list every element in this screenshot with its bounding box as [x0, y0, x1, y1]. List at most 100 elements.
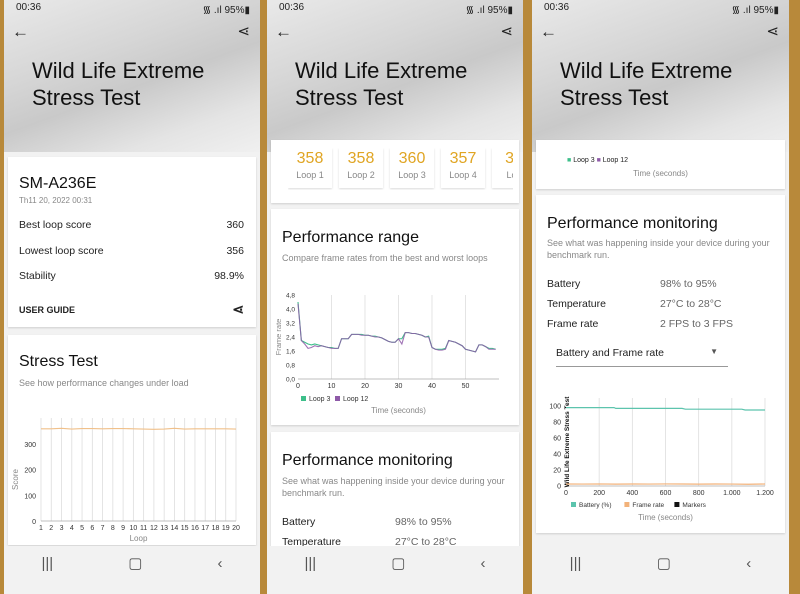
share-icon[interactable]: ⋖ [232, 301, 244, 318]
x-tick-label: 6 [90, 525, 94, 532]
legend-swatch [301, 396, 306, 401]
home-icon[interactable]: ▢ [391, 554, 405, 572]
user-guide-row: USER GUIDE ⋖ [19, 301, 244, 318]
x-tick-label: 12 [150, 525, 158, 532]
x-tick-label: 1.000 [723, 490, 741, 497]
home-icon[interactable]: ▢ [128, 554, 142, 572]
x-tick-label: 10 [328, 383, 336, 390]
share-icon[interactable]: ⋖ [766, 22, 779, 40]
battery-frame-rate-chart: 0 200 400 600 800 1.000 1.200 0 20 40 60 80 100 Wild … [549, 396, 774, 522]
x-tick-label: 7 [101, 525, 105, 532]
legend-label: Loop 3 [309, 396, 331, 403]
x-axis-label: Time (seconds) [638, 513, 693, 522]
back-arrow-icon[interactable]: ← [12, 22, 29, 42]
x-tick-label: 1.200 [756, 490, 774, 497]
phone-screen-range: 00:36 ᯾ .ıl 95%▮ ← ⋖ Wild Life Extreme Str… [267, 0, 523, 594]
back-arrow-icon[interactable]: ← [275, 22, 292, 42]
summary-card: SM-A236E Th11 20, 2022 00:31 Best loop s… [8, 157, 256, 327]
x-tick-label: 600 [660, 490, 672, 497]
frame-rate-chart: 0 10 20 30 40 50 0,0 0,8 1,6 2,4 3,2 4,0 4,8 Loop 3 Lo… [274, 293, 499, 415]
loop-score-card: 358 Loop 2 [339, 148, 383, 188]
loop-score-list[interactable]: 358Loop 1358Loop 2360Loop 3357Loop 4 36Lo… [288, 148, 513, 190]
x-tick-label: 3 [60, 525, 64, 532]
back-arrow-icon[interactable]: ← [540, 22, 557, 42]
y-tick-label: 4,0 [286, 307, 295, 314]
legend-swatch [624, 502, 630, 507]
y-tick-label: 4,8 [286, 293, 295, 300]
y-tick-label: 3,2 [286, 321, 295, 328]
x-tick-label: 40 [428, 383, 436, 390]
y-tick-label: 100 [549, 404, 561, 411]
recents-icon[interactable]: ||| [42, 555, 54, 572]
back-nav-icon[interactable]: ‹ [480, 555, 485, 572]
legend-label: Markers [682, 502, 706, 509]
phone-screen-summary: 00:36 ᯾ .ıl 95%▮ ← ⋖ Wild Life Extreme Str… [4, 0, 260, 594]
loop-score-card: 358 Loop 1 [288, 148, 332, 188]
clock: 00:36 [16, 2, 42, 13]
share-icon[interactable]: ⋖ [237, 22, 250, 40]
legend-label: Loop 12 [343, 396, 368, 403]
legend-swatch [335, 396, 340, 401]
x-tick-label: 13 [160, 525, 168, 532]
back-nav-icon[interactable]: ‹ [217, 555, 222, 572]
battery-level: ᯾ .ıl 95%▮ [202, 5, 250, 16]
x-tick-label: 19 [222, 525, 230, 532]
x-tick-label: 4 [70, 525, 74, 532]
status-bar: 00:36 ᯾ .ıl 95%▮ [279, 2, 513, 16]
y-axis-label: Score [11, 469, 20, 490]
loop-score-card: 357 Loop 4 [441, 148, 485, 188]
loop-score-card: 36Loo [492, 148, 513, 188]
x-tick-label: 30 [395, 383, 403, 390]
y-tick-label: 60 [553, 436, 561, 443]
performance-range-card: Performance range Compare frame rates fr… [271, 209, 519, 425]
x-tick-label: 0 [296, 383, 300, 390]
y-tick-label: 0 [32, 519, 36, 526]
status-bar: 00:36 ᯾ .ıl 95%▮ [544, 2, 779, 16]
y-tick-label: 80 [553, 420, 561, 427]
y-axis-label: Frame rate [274, 319, 283, 356]
stress-test-card: Stress Test See how performance changes … [8, 335, 256, 545]
x-axis-label: Loop [130, 534, 148, 543]
home-icon[interactable]: ▢ [657, 554, 671, 572]
x-tick-label: 1 [39, 525, 43, 532]
stress-score-chart: 1 2 3 4 5 6 7 8 9 10 11 12 13 14 15 16 17 18 19 20010020030… [11, 418, 240, 543]
series-line-loop-12 [297, 303, 496, 353]
x-tick-label: 2 [49, 525, 53, 532]
user-guide-button[interactable]: USER GUIDE [19, 305, 75, 318]
legend-label: Battery (%) [579, 502, 612, 509]
recents-icon[interactable]: ||| [305, 555, 317, 572]
x-tick-label: 15 [181, 525, 189, 532]
performance-monitoring-card: Performance monitoring See what was happ… [536, 195, 785, 533]
legend-swatch [674, 502, 680, 507]
score-line [41, 427, 237, 430]
nav-bar: ||| ▢ ‹ [267, 546, 523, 580]
back-nav-icon[interactable]: ‹ [746, 555, 751, 572]
performance-range-card-tail: ■ Loop 3 ■ Loop 12 Time (seconds) [536, 140, 785, 189]
y-tick-label: 100 [24, 493, 36, 500]
loop-scores-card: 358Loop 1358Loop 2360Loop 3357Loop 4 36Lo… [271, 140, 519, 203]
recents-icon[interactable]: ||| [570, 555, 582, 572]
y-tick-label: 300 [24, 442, 36, 449]
x-tick-label: 8 [111, 525, 115, 532]
page-title: Wild Life Extreme Stress Test [295, 58, 468, 110]
x-tick-label: 400 [626, 490, 638, 497]
x-tick-label: 20 [232, 525, 240, 532]
chart-legend: ■ Loop 3 ■ Loop 12 [567, 157, 629, 164]
device-name: SM-A236E [19, 175, 97, 192]
x-tick-label: 10 [129, 525, 137, 532]
nav-bar: ||| ▢ ‹ [4, 546, 260, 580]
x-tick-label: 50 [462, 383, 470, 390]
phone-screen-monitoring: 00:36 ᯾ .ıl 95%▮ ← ⋖ Wild Life Extreme Str… [532, 0, 789, 594]
page-title: Wild Life Extreme Stress Test [560, 58, 733, 110]
test-date: Th11 20, 2022 00:31 [19, 196, 93, 205]
y-tick-label: 1,6 [286, 349, 295, 356]
share-icon[interactable]: ⋖ [500, 22, 513, 40]
y-tick-label: 0 [557, 484, 561, 491]
stability-row: Stability 98.9% [19, 270, 244, 282]
y-tick-label: 0,8 [286, 363, 295, 370]
status-bar: 00:36 ᯾ .ıl 95%▮ [16, 2, 250, 16]
y-tick-label: 20 [553, 468, 561, 475]
x-axis-label: Time (seconds) [371, 406, 426, 415]
x-tick-label: 200 [593, 490, 605, 497]
page-title: Wild Life Extreme Stress Test [32, 58, 205, 110]
